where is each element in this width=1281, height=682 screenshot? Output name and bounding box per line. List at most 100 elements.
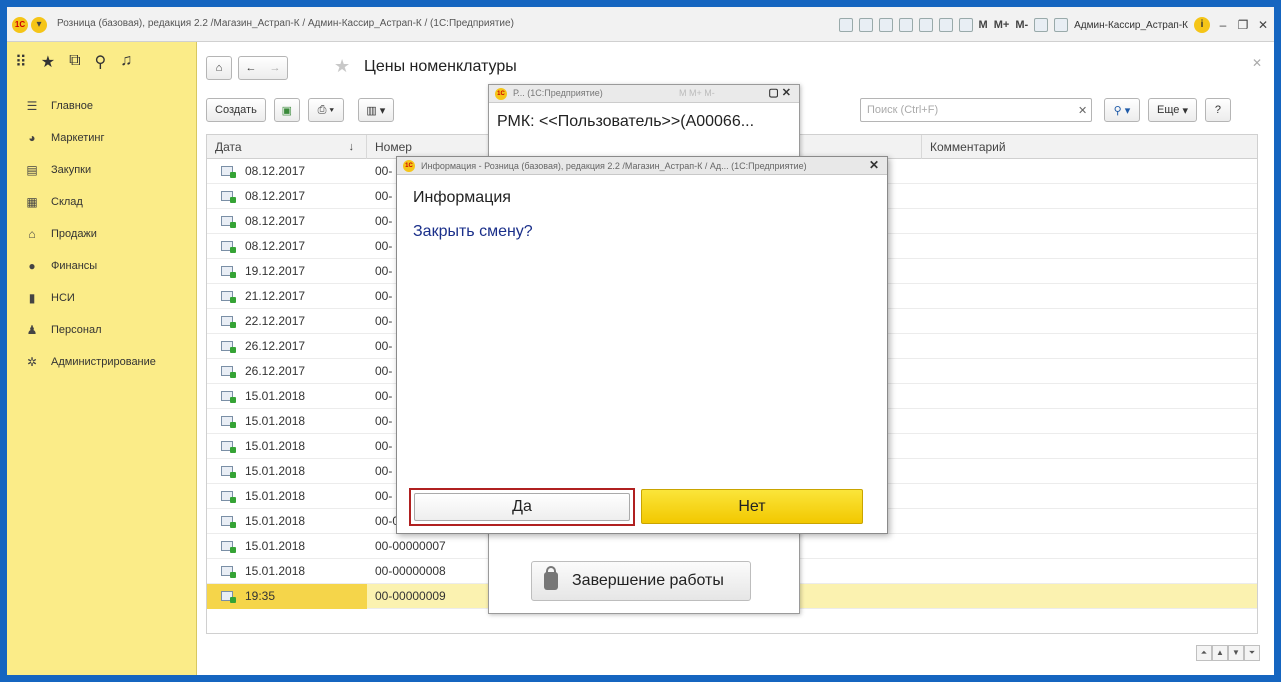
date-value: 15.01.2018 <box>245 488 306 503</box>
favorites-icon[interactable]: ★ <box>41 52 55 72</box>
sidebar-item-finance[interactable]: ● Финансы <box>7 250 197 282</box>
sidebar-item-label: Администрирование <box>51 356 156 368</box>
document-posted-icon <box>221 341 236 353</box>
panels-icon[interactable] <box>1054 18 1069 32</box>
sidebar-item-label: Закупки <box>51 164 92 176</box>
help-button[interactable]: ? <box>1204 98 1231 122</box>
date-value: 08.12.2017 <box>245 188 306 203</box>
sidebar-item-label: НСИ <box>51 292 75 304</box>
page-title: Цены номенклатуры <box>364 58 517 75</box>
bell-icon[interactable]: ♫ <box>120 52 132 72</box>
calculator-icon[interactable] <box>938 18 953 32</box>
cell-date: 08.12.2017 <box>207 234 367 259</box>
sidebar-item-main[interactable]: ☰ Главное <box>7 90 197 122</box>
cell-comment <box>922 409 1257 434</box>
date-value: 21.12.2017 <box>245 288 306 303</box>
search-input[interactable]: Поиск (Ctrl+F) <box>860 98 1092 122</box>
forward-icon[interactable]: → <box>270 62 281 74</box>
sidebar-item-administration[interactable]: ✲ Администрирование <box>7 346 197 378</box>
minimize-icon[interactable]: – <box>1216 18 1230 32</box>
more-button[interactable]: Еще ▾ <box>1148 98 1197 122</box>
copy-button[interactable]: ▣ <box>273 98 300 122</box>
home-button[interactable]: ⌂ <box>206 56 232 80</box>
sidebar-item-label: Маркетинг <box>51 132 105 144</box>
sidebar-item-marketing[interactable]: ◕ Маркетинг <box>7 122 197 154</box>
document-posted-icon <box>221 366 236 378</box>
preview-icon[interactable] <box>878 18 893 32</box>
document-posted-icon <box>221 266 236 278</box>
scroll-down-icon[interactable]: ▼ <box>1228 645 1244 661</box>
sidebar-item-reference[interactable]: ▮ НСИ <box>7 282 197 314</box>
yes-button[interactable]: Да <box>409 488 635 526</box>
dialog-titlebar: 1С Информация - Розница (базовая), редак… <box>397 157 887 175</box>
close-form-icon[interactable]: ✕ <box>1252 56 1262 70</box>
main-menu-button[interactable]: ▾ <box>31 17 47 33</box>
print-icon[interactable] <box>858 18 873 32</box>
home-icon: ⌂ <box>215 62 223 74</box>
back-icon[interactable]: ← <box>246 62 257 74</box>
date-value: 15.01.2018 <box>245 438 306 453</box>
apps-grid-icon[interactable]: ⠿ <box>15 52 27 72</box>
close-icon[interactable]: ✕ <box>869 158 879 172</box>
memory-plus-button[interactable]: M+ <box>994 19 1010 31</box>
close-icon[interactable]: ▢ ✕ <box>768 86 791 99</box>
scroll-top-icon[interactable]: ⏶ <box>1196 645 1212 661</box>
rmk-titlebar-tools[interactable]: M M+ M- <box>679 88 715 98</box>
current-user[interactable]: Админ-Кассир_Астрап-К <box>1074 20 1188 31</box>
link-icon[interactable] <box>898 18 913 32</box>
more-label: Еще <box>1157 104 1180 116</box>
sales-icon: ⌂ <box>28 227 36 241</box>
date-value: 15.01.2018 <box>245 538 306 553</box>
app-logo-icon: 1С <box>12 17 28 33</box>
cell-comment <box>922 384 1257 409</box>
cell-date: 08.12.2017 <box>207 184 367 209</box>
column-comment[interactable]: Комментарий <box>922 135 1257 159</box>
print-button[interactable]: ⎙ ▾ <box>307 98 344 122</box>
info-icon[interactable]: i <box>1194 17 1210 33</box>
document-posted-icon <box>221 216 236 228</box>
document-posted-icon <box>221 416 236 428</box>
copy-icon[interactable] <box>918 18 933 32</box>
sidebar: ⠿ ★ ⧉ ⚲ ♫ ☰ Главное ◕ Маркетинг ▤ Закупки ▦… <box>7 42 197 675</box>
calendar-icon[interactable] <box>958 18 973 32</box>
scroll-up-icon[interactable]: ▲ <box>1212 645 1228 661</box>
cell-comment <box>922 234 1257 259</box>
column-date[interactable]: Дата ↓ <box>207 135 367 159</box>
create-button[interactable]: Создать <box>206 98 266 122</box>
app-logo-icon: 1С <box>495 88 507 100</box>
search-button[interactable]: ⚲ ▾ <box>1104 98 1140 122</box>
restore-icon[interactable]: ❐ <box>1236 18 1250 32</box>
clear-search-icon[interactable]: ✕ <box>1078 104 1087 117</box>
search-icon[interactable]: ⚲ <box>95 52 107 72</box>
cell-comment <box>922 359 1257 384</box>
cell-comment <box>922 334 1257 359</box>
sidebar-sections: ☰ Главное ◕ Маркетинг ▤ Закупки ▦ Склад ⌂ Про… <box>7 90 197 378</box>
star-icon[interactable]: ★ <box>334 56 350 77</box>
date-value: 08.12.2017 <box>245 163 306 178</box>
finish-work-button[interactable]: Завершение работы <box>531 561 751 601</box>
sidebar-item-purchases[interactable]: ▤ Закупки <box>7 154 197 186</box>
cell-comment <box>922 259 1257 284</box>
close-icon[interactable]: ✕ <box>1256 18 1270 32</box>
sidebar-item-warehouse[interactable]: ▦ Склад <box>7 186 197 218</box>
zoom-icon[interactable] <box>1034 18 1049 32</box>
sidebar-item-personnel[interactable]: ♟ Персонал <box>7 314 197 346</box>
document-posted-icon <box>221 166 236 178</box>
document-posted-icon <box>221 316 236 328</box>
reports-button[interactable]: ▥ ▾ <box>357 98 394 122</box>
column-label: Дата <box>215 139 242 154</box>
document-posted-icon <box>221 566 236 578</box>
date-value: 15.01.2018 <box>245 463 306 478</box>
save-icon[interactable] <box>838 18 853 32</box>
rmk-titlebar: 1С Р... (1С:Предприятие) M M+ M- ▢ ✕ <box>489 85 799 103</box>
no-button[interactable]: Нет <box>641 489 863 524</box>
date-value: 22.12.2017 <box>245 313 306 328</box>
memory-button[interactable]: M <box>979 19 988 31</box>
memory-minus-button[interactable]: M- <box>1015 19 1028 31</box>
scroll-bottom-icon[interactable]: ⏷ <box>1244 645 1260 661</box>
dialog-message: Закрыть смену? <box>413 223 533 240</box>
history-icon[interactable]: ⧉ <box>69 52 80 72</box>
sidebar-item-sales[interactable]: ⌂ Продажи <box>7 218 197 250</box>
document-posted-icon <box>221 591 236 603</box>
cell-date: 08.12.2017 <box>207 209 367 234</box>
